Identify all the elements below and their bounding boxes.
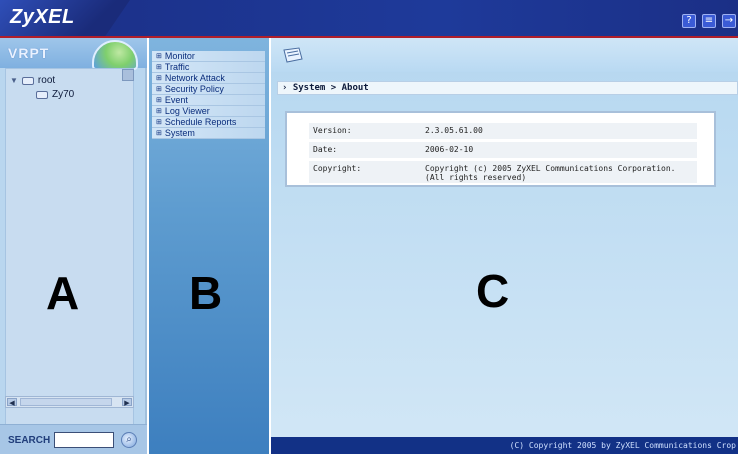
panel-a-device-tree: VRPT ▼ root Zy70 ◀ ▶ A SEARCH ⌕ (0, 38, 147, 454)
breadcrumb-text: System > About (292, 83, 369, 93)
about-key: Copyright: (313, 164, 362, 173)
about-value: 2006-02-10 (425, 145, 474, 154)
nav-item-system[interactable]: ⊞ System (152, 128, 265, 139)
search-label: SEARCH (8, 435, 51, 446)
nav-item-log-viewer[interactable]: ⊞ Log Viewer (152, 106, 265, 117)
nav-item-label: Traffic (164, 61, 190, 72)
footer-copyright: (C) Copyright 2005 by ZyXEL Communicatio… (271, 437, 738, 454)
zyxel-logo: ZyXEL (10, 6, 75, 28)
about-row-copyright: Copyright: Copyright (c) 2005 ZyXEL Comm… (309, 161, 697, 183)
content-header (271, 38, 738, 72)
bullet-icon: ⊞ (156, 85, 162, 93)
about-key: Version: (313, 126, 352, 135)
about-value: Copyright (c) 2005 ZyXEL Communications … (425, 164, 676, 182)
about-key: Date: (313, 145, 338, 154)
device-icon (36, 90, 48, 99)
tree-item-label: Zy70 (52, 89, 75, 100)
notes-icon[interactable]: ≡ (702, 14, 716, 28)
nav-item-event[interactable]: ⊞ Event (152, 95, 265, 106)
bullet-icon: ⊞ (156, 96, 162, 104)
help-icon[interactable]: ? (682, 14, 696, 28)
search-input[interactable] (54, 432, 114, 448)
tree-collapse-button[interactable] (122, 69, 134, 81)
globe-icon (92, 40, 138, 70)
nav-menu: ⊞ Monitor ⊞ Traffic ⊞ Network Attack ⊞ S… (152, 51, 265, 139)
panel-c-label: C (476, 265, 510, 317)
panel-b-label: B (189, 267, 223, 319)
tree-item-label: root (37, 75, 56, 86)
chevron-down-icon[interactable]: ▼ (10, 76, 18, 85)
about-row-date: Date: 2006-02-10 (309, 142, 697, 158)
nav-item-label: Network Attack (164, 72, 225, 83)
product-banner: VRPT (0, 38, 147, 70)
nav-item-label: Security Policy (164, 83, 224, 94)
nav-item-label: Schedule Reports (164, 116, 237, 127)
panel-b-navigation: ⊞ Monitor ⊞ Traffic ⊞ Network Attack ⊞ S… (149, 38, 269, 454)
nav-item-monitor[interactable]: ⊞ Monitor (152, 51, 265, 62)
chevron-right-icon: › (282, 83, 288, 93)
nav-item-traffic[interactable]: ⊞ Traffic (152, 62, 265, 73)
top-header: ZyXEL ? ≡ → (0, 0, 738, 38)
about-card: Version: 2.3.05.61.00 Date: 2006-02-10 C… (285, 111, 716, 187)
bullet-icon: ⊞ (156, 129, 162, 137)
logout-icon[interactable]: → (722, 14, 736, 28)
folder-icon (21, 76, 34, 85)
tree-horizontal-scrollbar[interactable]: ◀ ▶ (5, 396, 134, 408)
about-row-version: Version: 2.3.05.61.00 (309, 123, 697, 139)
search-bar: SEARCH ⌕ (0, 424, 147, 454)
breadcrumb: › System > About (277, 81, 738, 95)
scroll-thumb[interactable] (20, 398, 112, 406)
about-value: 2.3.05.61.00 (425, 126, 483, 135)
panel-c-content: › System > About Version: 2.3.05.61.00 D… (271, 38, 738, 454)
scroll-right-icon[interactable]: ▶ (122, 398, 132, 407)
nav-item-security-policy[interactable]: ⊞ Security Policy (152, 84, 265, 95)
search-icon[interactable]: ⌕ (121, 432, 137, 448)
bullet-icon: ⊞ (156, 63, 162, 71)
vrpt-logo: VRPT (8, 45, 50, 61)
nav-item-label: Log Viewer (164, 105, 210, 116)
header-icons: ? ≡ → (682, 14, 736, 28)
device-tree: ▼ root Zy70 (5, 68, 134, 428)
nav-item-network-attack[interactable]: ⊞ Network Attack (152, 73, 265, 84)
nav-item-label: Event (164, 94, 188, 105)
bullet-icon: ⊞ (156, 118, 162, 126)
document-icon (283, 47, 303, 63)
scroll-left-icon[interactable]: ◀ (7, 398, 17, 407)
bullet-icon: ⊞ (156, 107, 162, 115)
tree-item-root[interactable]: ▼ root (10, 75, 55, 86)
nav-item-label: System (164, 127, 195, 138)
bullet-icon: ⊞ (156, 52, 162, 60)
nav-item-schedule-reports[interactable]: ⊞ Schedule Reports (152, 117, 265, 128)
tree-item-zy70[interactable]: Zy70 (36, 89, 74, 100)
bullet-icon: ⊞ (156, 74, 162, 82)
nav-item-label: Monitor (164, 50, 195, 61)
panel-a-label: A (46, 267, 80, 319)
